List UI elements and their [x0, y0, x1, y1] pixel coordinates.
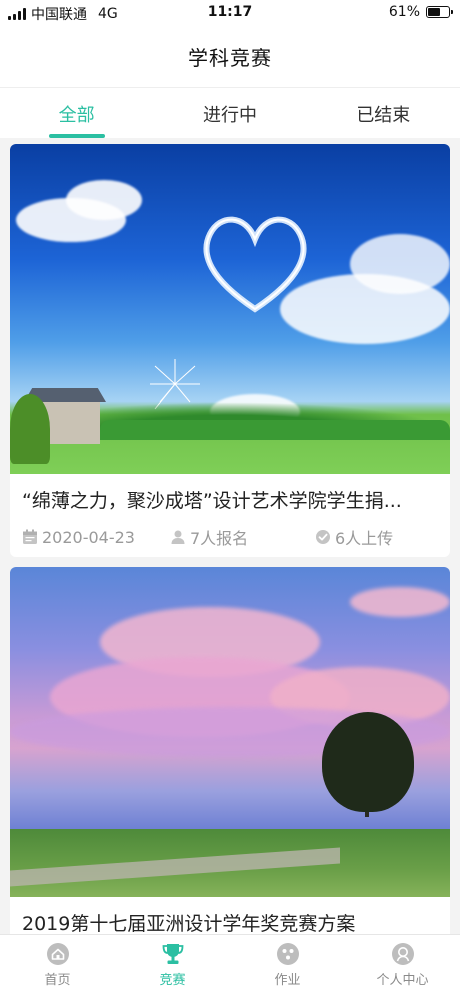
competition-title[interactable]: 2019第十七届亚洲设计学年奖竞赛方案: [22, 909, 438, 934]
card-body: “绵薄之力，聚沙成塔”设计艺术学院学生捐... 2020-04-23 7人报名 …: [10, 474, 450, 557]
tabbar-homework[interactable]: 作业: [230, 935, 345, 996]
battery-icon: [426, 6, 453, 18]
upload-count: 6人上传: [335, 529, 394, 548]
competition-title[interactable]: “绵薄之力，聚沙成塔”设计艺术学院学生捐...: [22, 486, 438, 513]
tabbar-profile[interactable]: 个人中心: [345, 935, 460, 996]
tabbar-profile-label: 个人中心: [376, 973, 429, 988]
competition-meta: 2020-04-23 7人报名 6人上传: [22, 525, 438, 549]
tab-ongoing[interactable]: 进行中: [153, 88, 306, 138]
check-circle-icon: [316, 530, 330, 544]
tree-icon: [322, 712, 414, 812]
calendar-icon: [23, 529, 37, 544]
signup-count: 7人报名: [190, 529, 249, 548]
tabbar-competition[interactable]: 竞赛: [115, 935, 230, 996]
tabbar-home[interactable]: 首页: [0, 935, 115, 996]
competition-cover-image: [10, 567, 450, 897]
profile-icon: [391, 943, 414, 965]
competition-list[interactable]: “绵薄之力，聚沙成塔”设计艺术学院学生捐... 2020-04-23 7人报名 …: [10, 144, 450, 934]
nav-bar: 学科竞赛: [0, 26, 460, 88]
status-right: 61%: [388, 4, 453, 20]
trophy-icon: [162, 944, 183, 964]
meta-signups: 7人报名: [170, 525, 315, 549]
homework-icon: [276, 943, 299, 965]
meta-uploads: 6人上传: [315, 525, 393, 549]
competition-card[interactable]: “绵薄之力，聚沙成塔”设计艺术学院学生捐... 2020-04-23 7人报名 …: [10, 144, 450, 557]
page-title: 学科竞赛: [188, 46, 272, 70]
tab-ended[interactable]: 已结束: [307, 88, 460, 138]
person-icon: [171, 530, 185, 544]
meta-date: 2020-04-23: [22, 528, 170, 547]
competition-date: 2020-04-23: [42, 527, 135, 547]
tabbar-competition-label: 竞赛: [159, 973, 186, 988]
tabbar-home-label: 首页: [44, 973, 71, 988]
status-bar: 中国联通 4G 11:17 61%: [0, 0, 460, 26]
filter-tabs: 全部 进行中 已结束: [0, 88, 460, 138]
card-body: 2019第十七届亚洲设计学年奖竞赛方案: [10, 897, 450, 934]
bottom-tabbar: 首页 竞赛 作业 个人中心: [0, 934, 460, 996]
tabbar-homework-label: 作业: [274, 973, 301, 988]
battery-percent: 61%: [388, 4, 420, 20]
competition-card[interactable]: 2019第十七届亚洲设计学年奖竞赛方案: [10, 567, 450, 934]
competition-cover-image: [10, 144, 450, 474]
home-icon: [46, 943, 69, 965]
tab-all[interactable]: 全部: [0, 88, 153, 138]
heart-cloud-icon: [203, 216, 307, 313]
